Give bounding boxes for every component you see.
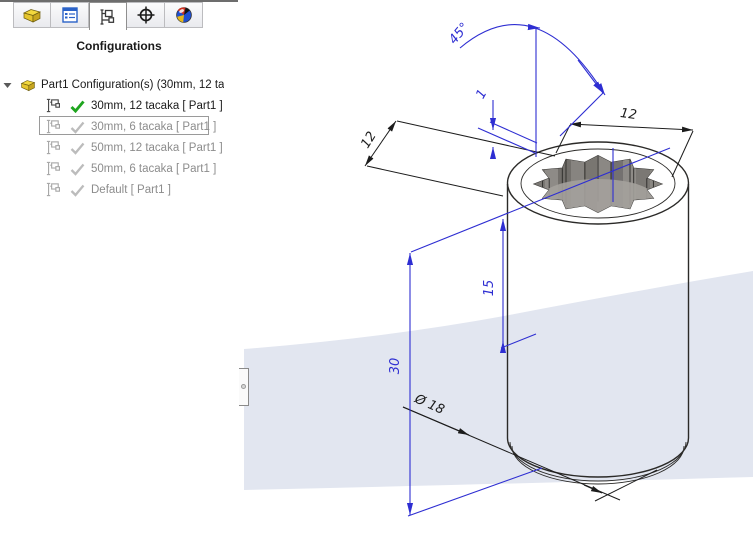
display-icon [174, 5, 194, 25]
panel-splitter-handle[interactable] [239, 368, 249, 406]
dim-value: 30 [388, 358, 403, 375]
splitter-grip-icon [241, 384, 246, 389]
target-icon [136, 5, 156, 25]
dim-value: 12 [358, 129, 379, 151]
manager-tab-strip [13, 2, 203, 29]
configuration-flag-icon [45, 119, 63, 134]
dim-value: 1 [473, 87, 490, 102]
graphics-viewport[interactable]: 12 12 Ø 18 30 [244, 0, 753, 553]
model-view: 12 12 Ø 18 30 [244, 0, 753, 553]
config-label: 30mm, 12 tacaka [ Part1 ] [91, 100, 223, 112]
config-tree-root[interactable]: Part1 Configuration(s) (30mm, 12 ta [0, 74, 236, 95]
tab-dimxpertmanager[interactable] [127, 2, 165, 28]
configuration-flag-icon [45, 140, 63, 155]
part-icon [22, 5, 42, 25]
dimension-chamfer-1[interactable]: 1 [473, 87, 537, 157]
config-item-50mm-12[interactable]: 50mm, 12 tacaka [ Part1 ] [0, 137, 281, 158]
configuration-flag-icon [45, 182, 63, 197]
config-label: 50mm, 12 tacaka [ Part1 ] [91, 142, 223, 154]
config-icon [98, 7, 118, 27]
tab-propertymanager[interactable] [51, 2, 89, 28]
inactive-check-icon [69, 120, 86, 134]
root-label: Part1 Configuration(s) (30mm, 12 ta [41, 79, 224, 91]
config-label: Default [ Part1 ] [91, 184, 171, 196]
active-check-icon [69, 99, 86, 113]
config-label: 30mm, 6 tacaka [ Part1 ] [91, 121, 216, 133]
config-item-default[interactable]: Default [ Part1 ] [0, 179, 281, 200]
tab-featuremanager[interactable] [13, 2, 51, 28]
inactive-check-icon [69, 183, 86, 197]
panel-title: Configurations [0, 39, 238, 53]
tab-displaymanager[interactable] [165, 2, 203, 28]
tab-configurationmanager[interactable] [89, 2, 127, 30]
solidworks-window: Configurations Part1 Configuration(s) (3… [0, 0, 753, 553]
dim-value: 12 [619, 106, 637, 123]
inactive-check-icon [69, 162, 86, 176]
configuration-flag-icon [45, 161, 63, 176]
configuration-manager-panel: Configurations Part1 Configuration(s) (3… [0, 0, 244, 553]
property-icon [60, 5, 80, 25]
dim-value: 45° [446, 20, 472, 47]
part-icon [19, 77, 37, 93]
config-item-50mm-6[interactable]: 50mm, 6 tacaka [ Part1 ] [0, 158, 281, 179]
config-label: 50mm, 6 tacaka [ Part1 ] [91, 163, 216, 175]
config-item-30mm-12[interactable]: 30mm, 12 tacaka [ Part1 ] [0, 95, 281, 116]
inactive-check-icon [69, 141, 86, 155]
collapse-arrow-icon[interactable] [3, 81, 13, 89]
dim-value: 15 [482, 280, 497, 297]
configuration-flag-icon [45, 98, 63, 113]
config-item-30mm-6[interactable]: 30mm, 6 tacaka [ Part1 ] [0, 116, 281, 137]
